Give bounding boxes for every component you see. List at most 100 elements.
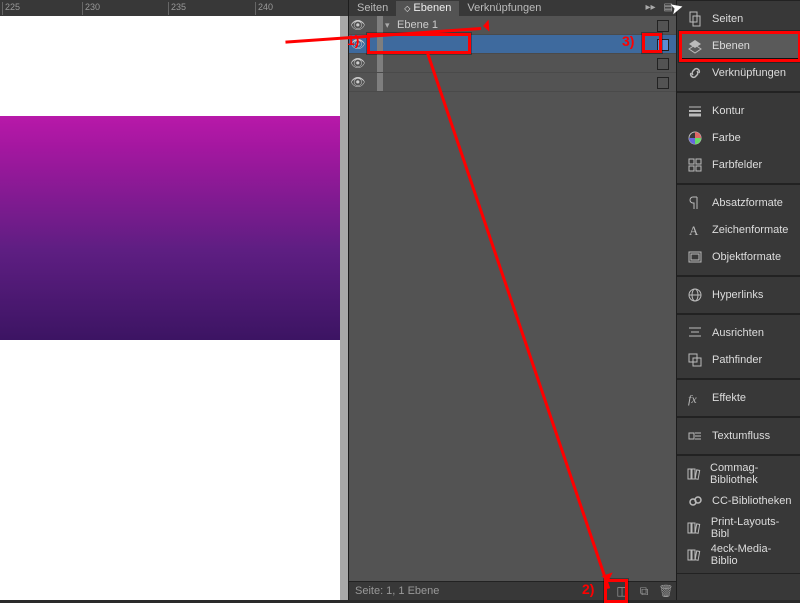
dock-panel-group: Absatzformate A Zeichenformate Objektformat… [677,184,800,276]
color-icon [686,130,704,146]
dock-panel-group: Hyperlinks [677,276,800,314]
layer-color-gutter [377,35,383,53]
dock-item-hyper[interactable]: Hyperlinks [679,282,799,308]
disclosure-triangle-icon[interactable]: ▾ [385,20,395,31]
dock-panel-group: Ausrichten Pathfinder [677,314,800,379]
layer-color-gutter [377,54,383,72]
delete-layer-button[interactable]: 🗑 [655,584,677,598]
page[interactable] [0,16,340,600]
dock-item-fx[interactable]: fx Effekte [679,385,799,411]
dock-item-txtfl[interactable]: Textumfluss [679,423,799,449]
tab-seiten[interactable]: Seiten [349,1,396,16]
panel-menu-button[interactable]: ▤ [660,0,677,16]
layers-panel-tabbar: Seiten ◇ Ebenen Verknüpfungen ▸▸ ▤ [349,0,677,16]
layers-panel: Seiten ◇ Ebenen Verknüpfungen ▸▸ ▤ 👁 ▾Ebe… [348,0,678,600]
para-icon [686,195,704,211]
dock-item-label: CC-Bibliotheken [712,495,791,507]
dock-item-label: Textumfluss [712,430,770,442]
dock-item-label: Kontur [712,105,744,117]
selection-proxy-chip[interactable] [657,58,669,70]
dock-item-label: Effekte [712,392,746,404]
selection-proxy-chip[interactable] [657,77,669,89]
dock-item-label: 4eck-Media-Biblio [711,543,792,567]
ruler-tick: 235 [168,2,186,15]
visibility-toggle-icon[interactable]: 👁 [349,75,367,89]
char-icon: A [686,222,704,238]
pathf-icon [686,352,704,368]
dock-item-ccbib[interactable]: CC-Bibliotheken [679,488,799,514]
lib-icon [686,520,703,536]
wrap-icon [686,428,704,444]
dock-item-verkn[interactable]: Verknüpfungen [679,60,799,86]
dock-item-farbfelder[interactable]: Farbfelder [679,152,799,178]
dock-panel-group: Textumfluss [677,417,800,455]
layers-panel-footer: Seite: 1, 1 Ebene ◫ ⧉ 🗑 [349,581,677,600]
dock-item-label: Pathfinder [712,354,762,366]
ruler-tick: 230 [82,2,100,15]
dock-item-label: Farbfelder [712,159,762,171]
new-layer-button[interactable]: ⧉ [633,584,655,599]
visibility-toggle-icon[interactable]: 👁 [349,56,367,70]
dock-panel-group: Kontur Farbe Farbfelder [677,92,800,184]
pasteboard[interactable] [0,16,348,600]
tab-verknuepfungen[interactable]: Verknüpfungen [459,1,549,16]
tab-ebenen[interactable]: ◇ Ebenen [396,1,459,16]
selection-proxy-chip[interactable] [657,39,669,51]
dock-item-commag[interactable]: Commag-Bibliothek [679,461,799,487]
dock-item-label: Objektformate [712,251,781,263]
selection-proxy-chip[interactable] [657,20,669,32]
dock-item-absatz[interactable]: Absatzformate [679,190,799,216]
ruler-tick: 240 [255,2,273,15]
align-icon [686,325,704,341]
fx-icon: fx [686,390,704,406]
globe-icon [686,287,704,303]
ruler-tick: 225 [2,2,20,15]
lib-icon [686,547,703,563]
document-viewport: 225 230 235 240 [0,0,348,600]
layer-row[interactable]: 👁 [349,54,677,73]
page-object-rectangle[interactable] [0,116,340,340]
layer-row[interactable]: 👁 [349,35,677,54]
layers-list: 👁 ▾Ebene 1 👁 👁 👁 [349,16,677,92]
links-icon [686,65,704,81]
swatches-icon [686,157,704,173]
layer-row[interactable]: 👁 [349,73,677,92]
dock-panel-group: Seiten Ebenen Verknüpfungen [677,0,800,92]
dock-item-label: Seiten [712,13,743,25]
svg-text:A: A [689,223,699,238]
obj-icon [686,249,704,265]
dock-item-ebenen[interactable]: Ebenen [679,33,799,59]
dock-item-label: Farbe [712,132,741,144]
dock-item-4eck[interactable]: 4eck-Media-Biblio [679,542,799,568]
layer-color-gutter [377,73,383,91]
horizontal-ruler: 225 230 235 240 [0,0,348,16]
dock-item-seiten[interactable]: Seiten [679,6,799,32]
dock-item-label: Verknüpfungen [712,67,786,79]
pages-icon [686,11,704,27]
new-sublayer-button[interactable]: ◫ [611,584,633,598]
dock-item-objekt[interactable]: Objektformate [679,244,799,270]
dock-item-kontur[interactable]: Kontur [679,98,799,124]
lib-icon [686,466,702,482]
layer-name[interactable]: Ebene 1 [395,19,677,31]
layers-icon [686,38,704,54]
layer-row[interactable]: 👁 ▾Ebene 1 [349,16,677,35]
dock-item-label: Ausrichten [712,327,764,339]
dock-item-label: Commag-Bibliothek [710,462,792,486]
dock-panel-group: Commag-Bibliothek CC-Bibliotheken Print-La… [677,455,800,574]
cc-icon [686,493,704,509]
dock-item-pathf[interactable]: Pathfinder [679,347,799,373]
visibility-toggle-icon[interactable]: 👁 [349,37,367,51]
visibility-toggle-icon[interactable]: 👁 [349,18,367,32]
dock-item-zeichen[interactable]: A Zeichenformate [679,217,799,243]
dock-item-label: Zeichenformate [712,224,788,236]
panel-dock: Seiten Ebenen Verknüpfungen Kontur Farbe Farb… [676,0,800,600]
panel-collapse-button[interactable]: ▸▸ [642,0,660,16]
dock-item-label: Ebenen [712,40,750,52]
dock-item-ausr[interactable]: Ausrichten [679,320,799,346]
dock-item-label: Absatzformate [712,197,783,209]
dock-panel-group: fx Effekte [677,379,800,417]
dock-item-farbe[interactable]: Farbe [679,125,799,151]
dock-item-label: Print-Layouts-Bibl [711,516,792,540]
dock-item-print[interactable]: Print-Layouts-Bibl [679,515,799,541]
